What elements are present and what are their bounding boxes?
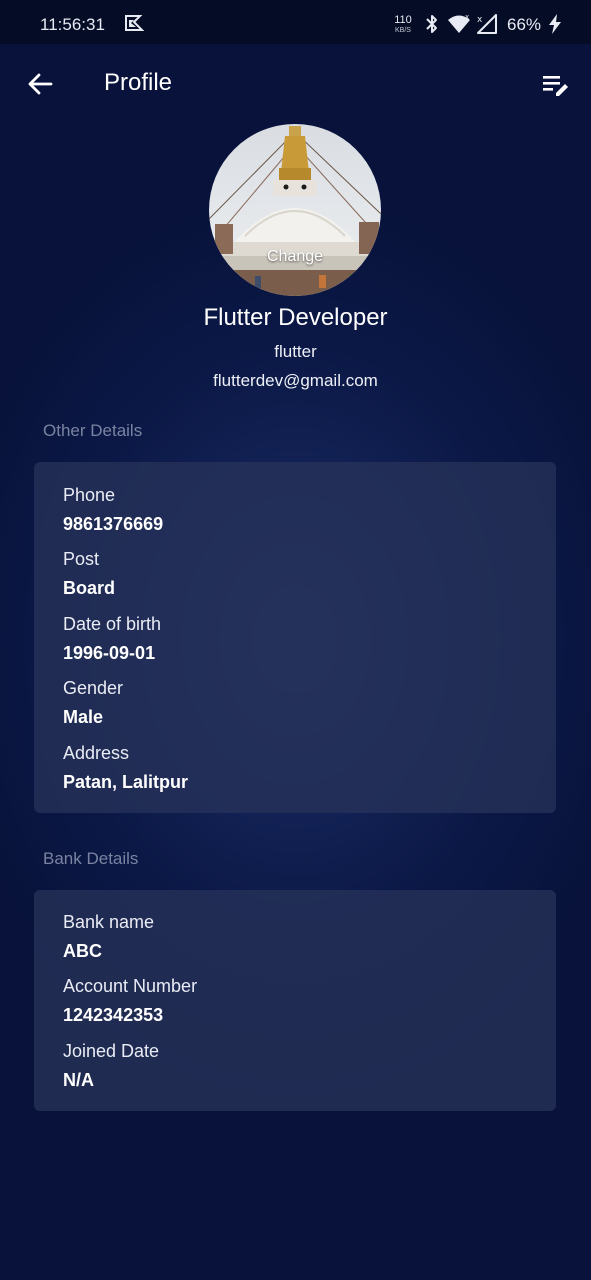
field-joined-date: Joined Date N/A	[63, 1040, 159, 1091]
other-details-card: Phone 9861376669 Post Board Date of birt…	[34, 462, 556, 813]
status-time: 11:56:31	[40, 15, 105, 34]
bluetooth-icon	[424, 14, 440, 39]
svg-text:x: x	[477, 15, 483, 25]
svg-text:x: x	[465, 14, 469, 21]
profile-username: flutter	[274, 342, 317, 361]
field-value: Patan, Lalitpur	[63, 772, 189, 792]
field-label: Bank name	[63, 912, 155, 932]
network-speed: 110 KB/S	[390, 14, 416, 35]
field-gender: Gender Male	[63, 677, 123, 728]
battery-percent: 66%	[507, 15, 542, 34]
wifi-icon: x	[447, 13, 471, 39]
field-value: N/A	[63, 1070, 94, 1090]
field-label: Post	[63, 549, 100, 569]
field-label: Address	[63, 743, 130, 763]
field-value: 9861376669	[63, 514, 164, 534]
profile-name: Flutter Developer	[203, 304, 388, 331]
field-label: Phone	[63, 485, 116, 505]
app-bar: Profile	[0, 44, 591, 124]
avatar-photo	[209, 124, 381, 296]
charging-bolt-icon	[548, 14, 562, 39]
field-label: Gender	[63, 678, 124, 698]
field-value: Male	[63, 707, 104, 727]
field-value: 1996-09-01	[63, 643, 156, 663]
page-title: Profile	[104, 69, 173, 96]
field-phone: Phone 9861376669	[63, 484, 163, 535]
other-details-heading: Other Details	[43, 421, 143, 440]
edit-profile-button[interactable]	[536, 66, 576, 106]
field-label: Account Number	[63, 976, 198, 996]
profile-avatar[interactable]: Change	[209, 124, 381, 296]
arrow-left-icon	[28, 73, 53, 95]
bank-details-card: Bank name ABC Account Number 1242342353 …	[34, 890, 556, 1111]
field-label: Joined Date	[63, 1041, 160, 1061]
status-bar: 11:56:31 110 KB/S x x 66%	[0, 0, 591, 44]
field-value: Board	[63, 578, 116, 598]
change-photo-label: Change	[266, 248, 324, 265]
field-account-number: Account Number 1242342353	[63, 975, 197, 1026]
bank-details-heading: Bank Details	[43, 849, 139, 868]
field-value: 1242342353	[63, 1005, 164, 1025]
network-speed-unit: KB/S	[395, 27, 411, 34]
field-label: Date of birth	[63, 614, 162, 634]
field-date-of-birth: Date of birth 1996-09-01	[63, 613, 161, 664]
field-post: Post Board	[63, 548, 115, 599]
profile-email: flutterdev@gmail.com	[213, 371, 378, 390]
app-notification-icon	[124, 14, 145, 32]
field-address: Address Patan, Lalitpur	[63, 742, 188, 793]
field-value: ABC	[63, 941, 102, 961]
signal-icon: x	[476, 14, 498, 39]
back-button[interactable]	[22, 66, 58, 102]
network-speed-value: 110	[394, 14, 412, 26]
list-edit-icon	[543, 76, 568, 96]
field-bank-name: Bank name ABC	[63, 911, 154, 962]
